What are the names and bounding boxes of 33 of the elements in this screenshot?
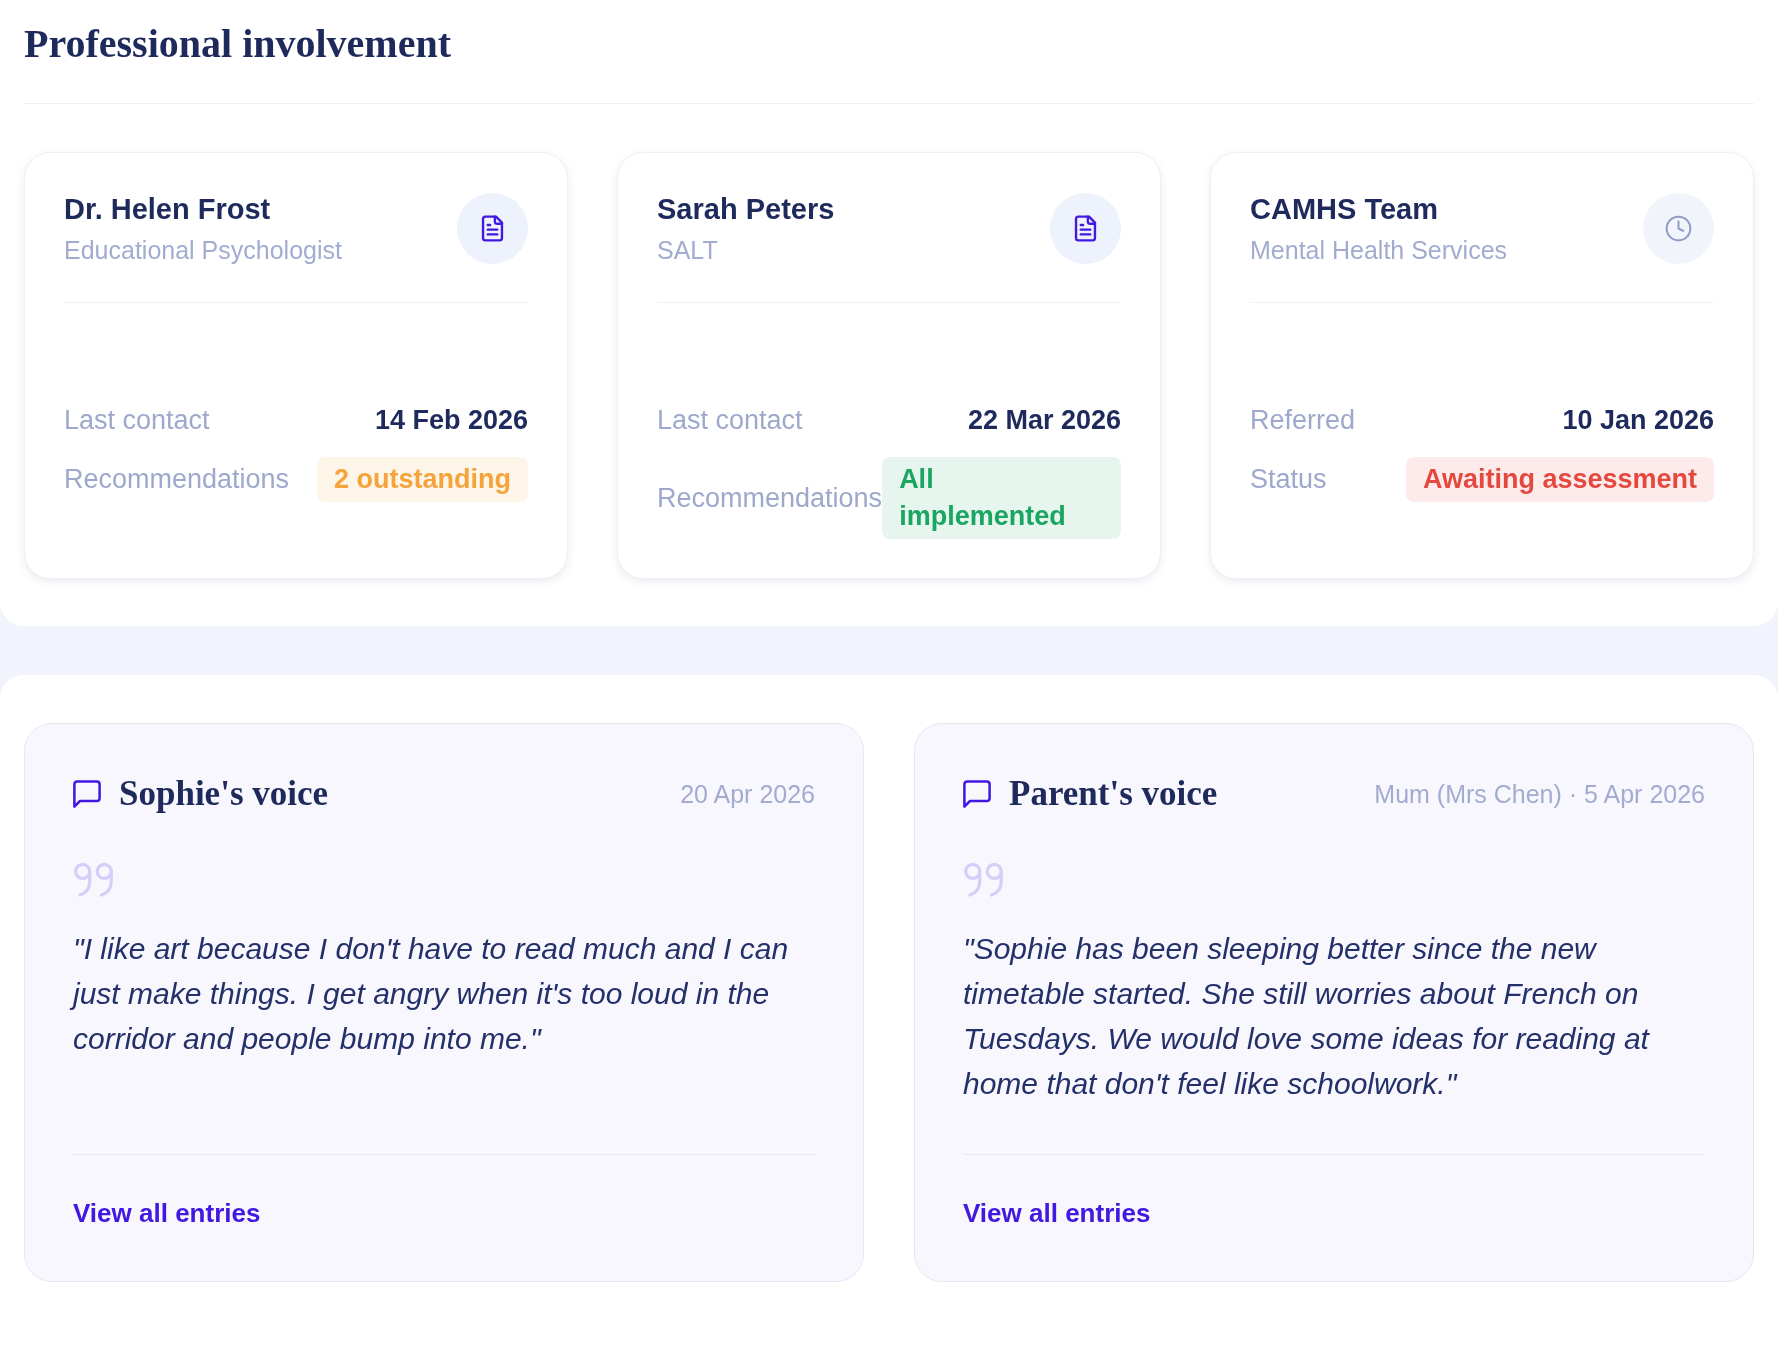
quote-text: "Sophie has been sleeping better since the new timetable started. She still worries about French on Tuesdays. We would love some ideas for reading at home that don't feel like schoolwork." bbox=[963, 931, 1651, 1102]
detail-label: Last contact bbox=[64, 404, 210, 437]
view-entries-link[interactable]: View all entries bbox=[73, 1198, 261, 1228]
voice-meta: Mum (Mrs Chen) · 5 Apr 2026 bbox=[1374, 779, 1705, 810]
professional-name: Sarah Peters bbox=[657, 192, 835, 227]
voice-title: Sophie's voice bbox=[119, 773, 329, 815]
section-title: Professional involvement bbox=[24, 20, 451, 68]
quote-icon bbox=[73, 861, 115, 899]
detail-label: Recommendations bbox=[657, 481, 883, 515]
detail-label: Recommendations bbox=[64, 463, 290, 496]
status-badge: 2 outstanding bbox=[317, 457, 528, 502]
quote-icon bbox=[963, 861, 1005, 899]
document-icon bbox=[1050, 193, 1121, 264]
voice-title: Parent's voice bbox=[1009, 773, 1218, 815]
clock-icon bbox=[1643, 193, 1714, 264]
professional-name: Dr. Helen Frost bbox=[64, 192, 271, 227]
detail-value: 10 Jan 2026 bbox=[1562, 404, 1714, 437]
detail-label: Referred bbox=[1250, 404, 1356, 437]
professional-role: Mental Health Services bbox=[1250, 235, 1508, 266]
detail-value: 22 Mar 2026 bbox=[967, 404, 1121, 437]
view-entries-link[interactable]: View all entries bbox=[963, 1198, 1151, 1228]
professional-name: CAMHS Team bbox=[1250, 192, 1438, 227]
document-icon bbox=[457, 193, 528, 264]
detail-value: 14 Feb 2026 bbox=[374, 404, 528, 437]
professional-role: SALT bbox=[657, 235, 718, 266]
status-badge: Awaiting assessment bbox=[1405, 457, 1714, 502]
detail-label: Last contact bbox=[657, 404, 803, 437]
detail-label: Status bbox=[1250, 463, 1327, 496]
voice-meta: 20 Apr 2026 bbox=[680, 779, 815, 810]
professional-role: Educational Psychologist bbox=[64, 235, 342, 266]
speech-bubble-icon bbox=[963, 780, 991, 808]
status-badge: All implemented bbox=[882, 457, 1121, 539]
speech-bubble-icon bbox=[73, 780, 101, 808]
